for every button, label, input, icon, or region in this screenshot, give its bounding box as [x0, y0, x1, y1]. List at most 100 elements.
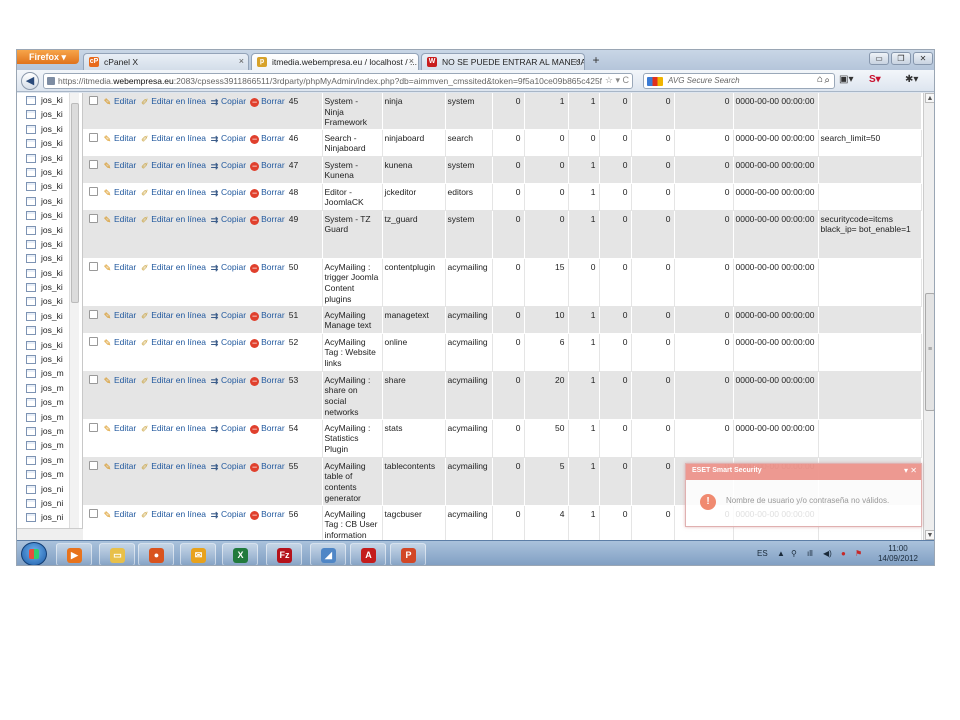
search-icon[interactable]: ⌕: [824, 75, 830, 86]
row-checkbox[interactable]: [89, 460, 98, 470]
clock[interactable]: 11:00 14/09/2012: [875, 544, 921, 564]
edit-inline-link[interactable]: ✐ Editar en línea: [140, 423, 206, 434]
delete-link[interactable]: − Borrar: [250, 187, 285, 198]
start-button[interactable]: [21, 542, 47, 565]
eset-notification[interactable]: ESET Smart Security ▾ ✕ ! Nombre de usua…: [685, 463, 922, 527]
edit-link[interactable]: ✎ Editar: [103, 96, 137, 107]
row-checkbox[interactable]: [89, 213, 98, 223]
edit-inline-link[interactable]: ✐ Editar en línea: [140, 509, 206, 520]
search-engine-icon[interactable]: [647, 77, 663, 86]
signal-icon[interactable]: ıll: [807, 549, 813, 558]
delete-link[interactable]: − Borrar: [250, 375, 285, 386]
edit-link[interactable]: ✎ Editar: [103, 423, 137, 434]
row-checkbox[interactable]: [89, 132, 98, 142]
row-checkbox[interactable]: [89, 309, 98, 319]
maximize-button[interactable]: ❐: [891, 52, 911, 65]
copy-link[interactable]: ⇉ Copiar: [210, 310, 246, 321]
home-icon[interactable]: ⌂: [817, 74, 823, 85]
edit-inline-link[interactable]: ✐ Editar en línea: [140, 262, 206, 273]
edit-inline-link[interactable]: ✐ Editar en línea: [140, 337, 206, 348]
bookmarks-icon[interactable]: ▣▾: [839, 74, 853, 85]
minimize-button[interactable]: ▭: [869, 52, 889, 65]
edit-link[interactable]: ✎ Editar: [103, 509, 137, 520]
edit-inline-link[interactable]: ✐ Editar en línea: [140, 187, 206, 198]
copy-link[interactable]: ⇉ Copiar: [210, 461, 246, 472]
taskbar-app[interactable]: X: [222, 543, 258, 565]
scroll-thumb[interactable]: ≡: [925, 293, 934, 411]
tab-phpmyadmin[interactable]: p itmedia.webempresa.eu / localhost / ..…: [251, 53, 419, 70]
edit-link[interactable]: ✎ Editar: [103, 133, 137, 144]
taskbar-app[interactable]: A: [350, 543, 386, 565]
edit-link[interactable]: ✎ Editar: [103, 375, 137, 386]
edit-inline-link[interactable]: ✐ Editar en línea: [140, 461, 206, 472]
tab-cpanel[interactable]: cP cPanel X ×: [83, 53, 249, 70]
taskbar-app[interactable]: P: [390, 543, 426, 565]
edit-inline-link[interactable]: ✐ Editar en línea: [140, 133, 206, 144]
row-checkbox[interactable]: [89, 336, 98, 346]
row-checkbox[interactable]: [89, 422, 98, 432]
row-checkbox[interactable]: [89, 508, 98, 518]
back-button[interactable]: ◀: [21, 72, 39, 90]
network-icon[interactable]: ⚲: [791, 549, 797, 558]
taskbar-app[interactable]: ●: [138, 543, 174, 565]
edit-link[interactable]: ✎ Editar: [103, 214, 137, 225]
delete-link[interactable]: − Borrar: [250, 160, 285, 171]
sidebar-scroll-thumb[interactable]: [71, 103, 79, 303]
copy-link[interactable]: ⇉ Copiar: [210, 375, 246, 386]
edit-inline-link[interactable]: ✐ Editar en línea: [140, 96, 206, 107]
delete-link[interactable]: − Borrar: [250, 509, 285, 520]
edit-link[interactable]: ✎ Editar: [103, 310, 137, 321]
delete-link[interactable]: − Borrar: [250, 461, 285, 472]
vertical-scrollbar[interactable]: ▲ ≡ ▼: [923, 93, 934, 540]
delete-link[interactable]: − Borrar: [250, 133, 285, 144]
row-checkbox[interactable]: [89, 159, 98, 169]
sidebar-scrollbar[interactable]: [69, 93, 79, 540]
close-icon[interactable]: ×: [239, 56, 244, 66]
tab-forum[interactable]: W NO SE PUEDE ENTRAR AL MANEJAD... ×: [421, 53, 585, 70]
taskbar-app[interactable]: ▭: [99, 543, 135, 565]
search-bar[interactable]: AVG Secure Search ⌕: [643, 73, 835, 89]
row-checkbox[interactable]: [89, 96, 98, 105]
volume-icon[interactable]: ◀): [823, 549, 832, 558]
sidebar-horizontal-scrollbar[interactable]: [17, 528, 83, 540]
delete-link[interactable]: − Borrar: [250, 214, 285, 225]
copy-link[interactable]: ⇉ Copiar: [210, 423, 246, 434]
scroll-up-icon[interactable]: ▲: [925, 93, 934, 103]
addon-icon[interactable]: S▾: [869, 74, 881, 85]
delete-link[interactable]: − Borrar: [250, 310, 285, 321]
edit-link[interactable]: ✎ Editar: [103, 187, 137, 198]
row-checkbox[interactable]: [89, 186, 98, 196]
delete-link[interactable]: − Borrar: [250, 423, 285, 434]
firefox-menu-button[interactable]: Firefox ▾: [17, 50, 79, 64]
edit-link[interactable]: ✎ Editar: [103, 262, 137, 273]
edit-link[interactable]: ✎ Editar: [103, 160, 137, 171]
edit-inline-link[interactable]: ✐ Editar en línea: [140, 375, 206, 386]
url-bar[interactable]: https://itmedia.webempresa.eu:2083/cpses…: [43, 73, 633, 89]
edit-inline-link[interactable]: ✐ Editar en línea: [140, 214, 206, 225]
row-checkbox[interactable]: [89, 374, 98, 384]
new-tab-button[interactable]: +: [587, 53, 605, 69]
copy-link[interactable]: ⇉ Copiar: [210, 133, 246, 144]
close-window-button[interactable]: ✕: [913, 52, 933, 65]
delete-link[interactable]: − Borrar: [250, 96, 285, 107]
copy-link[interactable]: ⇉ Copiar: [210, 187, 246, 198]
close-icon[interactable]: ×: [575, 56, 580, 66]
close-icon[interactable]: ×: [409, 56, 414, 66]
delete-link[interactable]: − Borrar: [250, 337, 285, 348]
taskbar-app[interactable]: Fz: [266, 543, 302, 565]
taskbar-app[interactable]: ✉: [180, 543, 216, 565]
taskbar-app[interactable]: ◢: [310, 543, 346, 565]
copy-link[interactable]: ⇉ Copiar: [210, 96, 246, 107]
copy-link[interactable]: ⇉ Copiar: [210, 337, 246, 348]
eset-close-icon[interactable]: ▾ ✕: [904, 466, 917, 475]
eset-tray-icon[interactable]: ●: [841, 549, 846, 558]
tools-icon[interactable]: ✱▾: [905, 74, 918, 85]
row-checkbox[interactable]: [89, 261, 98, 271]
scroll-down-icon[interactable]: ▼: [925, 530, 934, 540]
copy-link[interactable]: ⇉ Copiar: [210, 160, 246, 171]
copy-link[interactable]: ⇉ Copiar: [210, 214, 246, 225]
language-indicator[interactable]: ES: [757, 549, 768, 558]
bookmark-star-icon[interactable]: ☆ ▾ C: [601, 75, 629, 86]
show-hidden-icons-icon[interactable]: ▲: [777, 549, 785, 558]
action-center-icon[interactable]: ⚑: [855, 549, 862, 558]
